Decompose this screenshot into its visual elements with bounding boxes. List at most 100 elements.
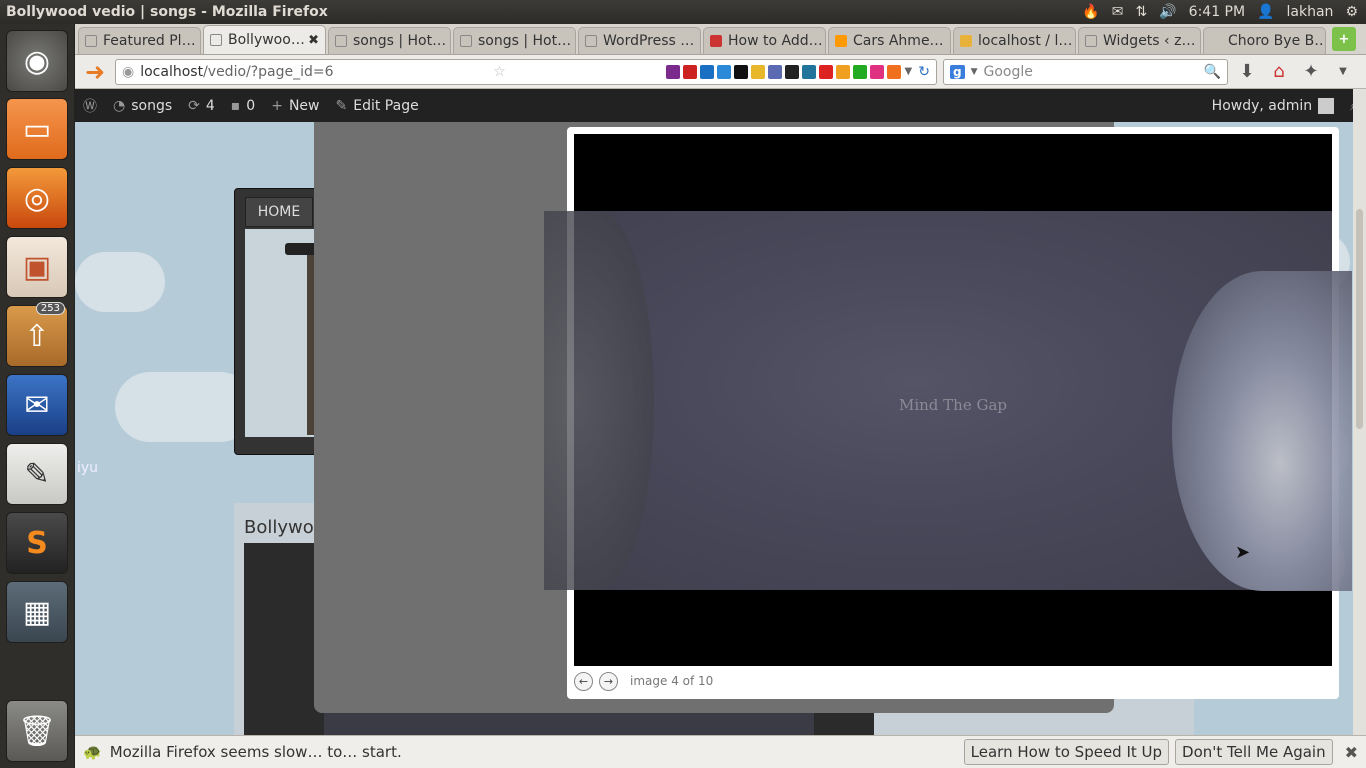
notification-bar: 🐢 Mozilla Firefox seems slow… to… start.… xyxy=(75,735,1366,768)
volume-icon[interactable]: 🔊 xyxy=(1159,5,1176,19)
tab[interactable]: Widgets ‹ z… xyxy=(1078,27,1201,54)
unity-launcher: ◉ ▭ ◎ ▣ ⇧ 253 ✉ ✎ S ▦ 🗑 xyxy=(0,24,75,768)
mail-icon[interactable]: ✉ xyxy=(1112,5,1124,19)
tab-label: Widgets ‹ z… xyxy=(1103,33,1196,49)
new-tab-button[interactable]: + xyxy=(1332,27,1356,51)
close-icon[interactable]: ✖ xyxy=(1345,743,1358,762)
image-counter: image 4 of 10 xyxy=(630,674,714,688)
menu-chevron-down-icon[interactable]: ▼ xyxy=(1330,59,1356,85)
reload-icon[interactable]: ↻ xyxy=(918,64,930,80)
tab[interactable]: How to Add… xyxy=(703,27,826,54)
page-viewport: kedin in iyu HOME Bollywood Mind The Gap… xyxy=(75,122,1353,735)
home-icon[interactable]: ⌂ xyxy=(1266,59,1292,85)
tab[interactable]: Featured Pl… xyxy=(78,27,201,54)
learn-speed-button[interactable]: Learn How to Speed It Up xyxy=(963,739,1170,765)
site-identity-icon[interactable]: ◉ xyxy=(122,64,134,80)
tab-active[interactable]: Bollywoo… ✖ xyxy=(203,25,326,54)
dropdown-icon[interactable]: ▼ xyxy=(905,66,913,77)
addon-icon[interactable] xyxy=(818,64,833,79)
video-caption: Mind The Gap xyxy=(898,396,1008,414)
tab[interactable]: localhost / l… xyxy=(953,27,1076,54)
addon-icon[interactable] xyxy=(750,64,765,79)
comment-icon: ▪ xyxy=(230,97,241,114)
page-icon xyxy=(585,35,597,47)
addon-bee-icon[interactable]: ✦ xyxy=(1298,59,1324,85)
scroll-thumb[interactable] xyxy=(1356,209,1363,429)
user-name[interactable]: lakhan xyxy=(1287,4,1334,20)
tab[interactable]: songs | Hot… xyxy=(453,27,576,54)
downloads-icon[interactable]: ⬇ xyxy=(1234,59,1260,85)
nav-home[interactable]: HOME xyxy=(245,197,313,227)
close-tab-icon[interactable]: ✖ xyxy=(308,33,319,48)
search-icon[interactable]: 🔍 xyxy=(1204,64,1221,80)
search-engine-icon[interactable]: g xyxy=(950,64,965,79)
search-box[interactable]: g ▼ Google 🔍 xyxy=(943,58,1228,85)
page-icon xyxy=(460,35,472,47)
software-updater-icon[interactable]: ⇧ 253 xyxy=(6,302,68,367)
new-content-link[interactable]: + New xyxy=(263,89,327,122)
page-icon xyxy=(335,35,347,47)
bookmark-star-icon[interactable]: ☆ xyxy=(493,64,506,80)
addon-icon[interactable] xyxy=(852,64,867,79)
search-engine-dropdown-icon[interactable]: ▼ xyxy=(971,67,978,77)
addon-icon[interactable] xyxy=(665,64,680,79)
gear-icon[interactable]: ⚙ xyxy=(1345,5,1358,19)
updates-link[interactable]: ⟳ 4 xyxy=(180,89,223,122)
addon-icon[interactable] xyxy=(733,64,748,79)
tab-label: Cars Ahme… xyxy=(853,33,944,49)
url-host: localhost xyxy=(140,63,204,80)
site-name: songs xyxy=(131,97,173,114)
flame-indicator-icon[interactable]: 🔥 xyxy=(1082,5,1099,19)
files-icon[interactable]: ▭ xyxy=(6,98,68,160)
addon-icon[interactable] xyxy=(784,64,799,79)
page-scrollbar[interactable] xyxy=(1353,89,1366,735)
back-arrow-icon[interactable]: ➜ xyxy=(81,58,109,86)
search-placeholder: Google xyxy=(983,63,1033,80)
wordpress-logo-icon[interactable]: Ⓦ xyxy=(75,89,105,122)
addon-icon[interactable] xyxy=(767,64,782,79)
addon-icon[interactable] xyxy=(886,64,901,79)
addon-icon[interactable] xyxy=(835,64,850,79)
system-top-bar: Bollywood vedio | songs - Mozilla Firefo… xyxy=(0,0,1366,24)
addon-icon[interactable] xyxy=(682,64,697,79)
addon-icon[interactable] xyxy=(699,64,714,79)
tab[interactable]: Choro Bye B… xyxy=(1203,27,1326,54)
tab[interactable]: Cars Ahme… xyxy=(828,27,951,54)
trash-icon[interactable]: 🗑 xyxy=(6,700,68,762)
thunderbird-icon[interactable]: ✉ xyxy=(6,374,68,436)
pencil-icon: ✎ xyxy=(335,97,348,114)
edit-page-link[interactable]: ✎ Edit Page xyxy=(328,89,427,122)
impress-icon[interactable]: ▣ xyxy=(6,236,68,298)
lightbox-controls: ← → image 4 of 10 xyxy=(574,668,713,694)
site-name-link[interactable]: ◔ songs xyxy=(105,89,180,122)
cloud-decoration xyxy=(75,252,165,312)
wp-admin-bar: Ⓦ ◔ songs ⟳ 4 ▪ 0 + New ✎ Edit Page Howdy, ad… xyxy=(75,89,1366,122)
previous-arrow-icon[interactable]: ← xyxy=(574,671,593,691)
comments-count: 0 xyxy=(246,97,256,114)
url-path: /vedio/?page_id=6 xyxy=(203,63,334,80)
account-menu[interactable]: Howdy, admin xyxy=(1204,89,1342,122)
addon-icon[interactable] xyxy=(801,64,816,79)
addon-icon[interactable] xyxy=(869,64,884,79)
tab-label: WordPress … xyxy=(603,33,695,49)
clock[interactable]: 6:41 PM xyxy=(1189,4,1245,20)
workspace-switcher-icon[interactable]: ▦ xyxy=(6,581,68,643)
dash-home-icon[interactable]: ◉ xyxy=(6,30,68,92)
tab[interactable]: songs | Hot… xyxy=(328,27,451,54)
firefox-icon[interactable]: ◎ xyxy=(6,167,68,229)
turtle-icon: 🐢 xyxy=(83,743,102,761)
page-icon xyxy=(210,34,222,46)
avatar xyxy=(1318,97,1335,114)
next-arrow-icon[interactable]: → xyxy=(599,671,618,691)
network-icon[interactable]: ⇅ xyxy=(1136,5,1148,19)
lightbox-media[interactable]: Mind The Gap xyxy=(544,134,1352,666)
tab[interactable]: WordPress … xyxy=(578,27,701,54)
dont-tell-again-button[interactable]: Don't Tell Me Again xyxy=(1175,739,1333,765)
text-editor-icon[interactable]: ✎ xyxy=(6,443,68,505)
sublime-text-icon[interactable]: S xyxy=(6,512,68,574)
addon-icon[interactable] xyxy=(716,64,731,79)
url-bar[interactable]: ◉ localhost/vedio/?page_id=6 ☆ ▼ ↻ xyxy=(115,58,937,85)
comments-link[interactable]: ▪ 0 xyxy=(223,89,263,122)
tab-label: Choro Bye B… xyxy=(1228,33,1326,49)
addon-toolbar xyxy=(665,64,901,79)
